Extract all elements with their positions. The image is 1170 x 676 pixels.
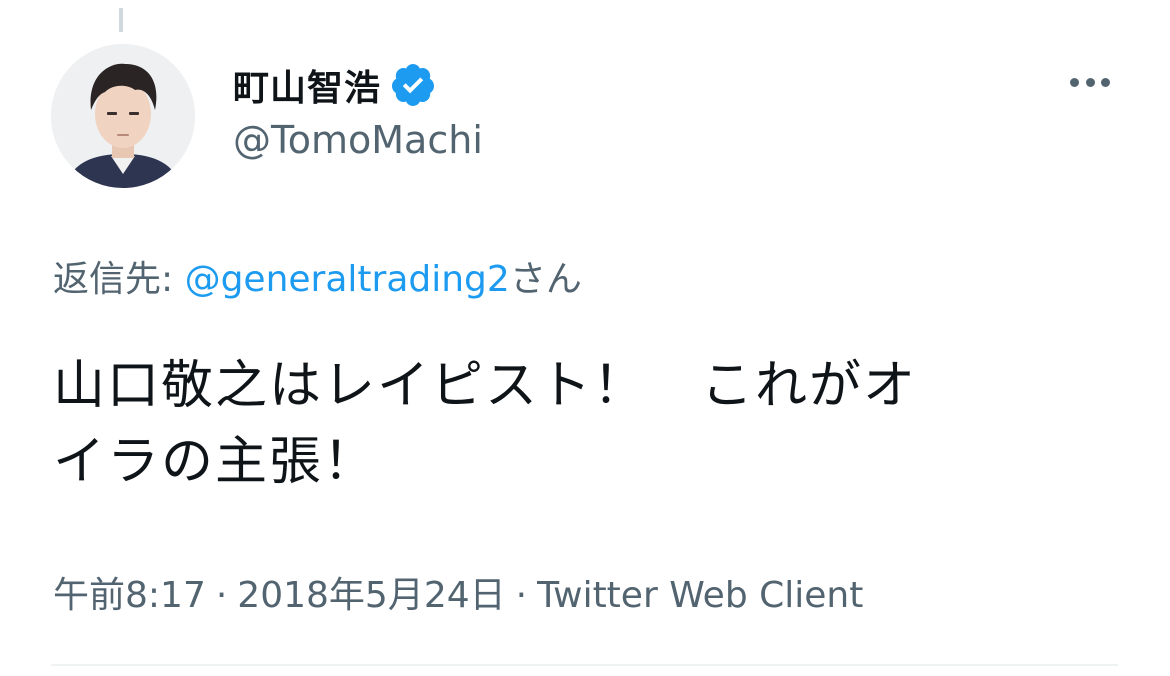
tweet-date[interactable]: 2018年5月24日 bbox=[237, 575, 505, 616]
meta-separator: · bbox=[215, 575, 228, 616]
reply-to-mention-link[interactable]: @generaltrading2 bbox=[185, 259, 510, 300]
divider bbox=[51, 664, 1118, 666]
avatar[interactable] bbox=[51, 44, 195, 188]
avatar-image bbox=[51, 44, 195, 188]
verified-badge-icon bbox=[389, 61, 437, 109]
meta-separator: · bbox=[515, 575, 528, 616]
more-dots-icon[interactable] bbox=[1062, 62, 1118, 102]
more-dot bbox=[1085, 77, 1095, 87]
tweet-text-line: 山口敬之はレイピスト！ これがオ bbox=[53, 356, 918, 416]
tweet-time[interactable]: 午前8:17 bbox=[53, 575, 206, 616]
author-handle[interactable]: @TomoMachi bbox=[233, 118, 483, 162]
tweet-metadata: 午前8:17 · 2018年5月24日 · Twitter Web Client bbox=[53, 566, 863, 618]
reply-to-line: 返信先: @generaltrading2さん bbox=[53, 250, 582, 302]
tweet-text: 山口敬之はレイピスト！ これがオ イラの主張！ bbox=[53, 348, 1113, 500]
more-dot bbox=[1070, 77, 1079, 87]
reply-to-prefix: 返信先: bbox=[53, 259, 185, 300]
thread-connector-line bbox=[119, 8, 123, 32]
tweet-source-client: Twitter Web Client bbox=[537, 575, 864, 616]
reply-to-suffix: さん bbox=[509, 259, 582, 300]
author-name-row: 町山智浩 bbox=[233, 60, 437, 110]
tweet-text-line: イラの主張！ bbox=[53, 432, 378, 492]
author-display-name[interactable]: 町山智浩 bbox=[233, 59, 381, 111]
more-dot bbox=[1101, 77, 1110, 87]
